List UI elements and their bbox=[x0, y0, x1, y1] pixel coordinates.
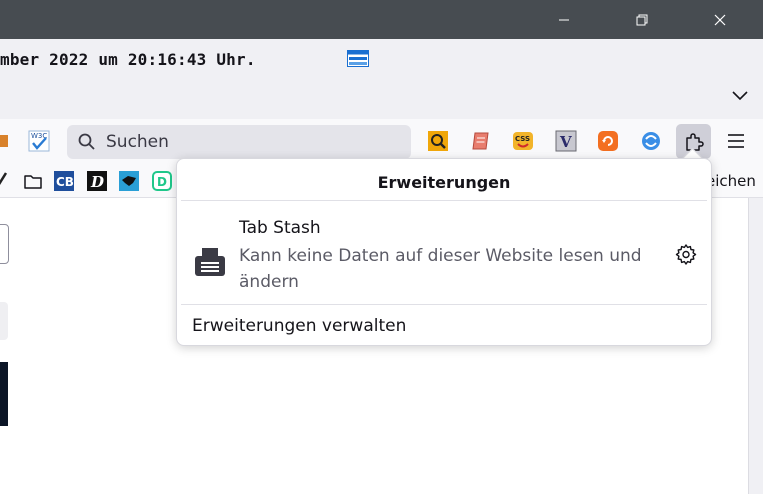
extension-item-tab-stash[interactable]: Tab Stash Kann keine Daten auf dieser We… bbox=[181, 207, 707, 303]
extensions-panel: Erweiterungen Tab Stash Kann keine Daten… bbox=[176, 158, 712, 346]
manage-extensions-button[interactable]: Erweiterungen verwalten bbox=[192, 316, 406, 336]
window-widget-icon[interactable] bbox=[347, 50, 369, 67]
page-image-fragment bbox=[0, 362, 8, 426]
search-icon bbox=[78, 133, 95, 150]
other-bookmarks-label[interactable]: eichen bbox=[706, 172, 756, 190]
bookmark-cb-icon[interactable]: CB bbox=[54, 171, 74, 191]
refresh-extension-icon[interactable] bbox=[597, 130, 619, 152]
magnifier-extension-icon[interactable] bbox=[427, 130, 449, 152]
restore-button[interactable] bbox=[619, 0, 665, 39]
search-placeholder: Suchen bbox=[106, 132, 169, 152]
bookmark-panther-icon[interactable] bbox=[119, 171, 139, 191]
divider bbox=[181, 304, 707, 305]
bookmark-folder-icon[interactable] bbox=[23, 171, 43, 191]
restore-icon bbox=[636, 14, 648, 25]
close-icon bbox=[714, 14, 726, 25]
svg-text:D: D bbox=[90, 173, 104, 191]
validator-v-icon[interactable]: V bbox=[555, 130, 577, 152]
tab-stash-icon bbox=[195, 248, 225, 276]
window-titlebar bbox=[0, 0, 763, 39]
w3c-validator-icon[interactable]: W3C bbox=[28, 130, 50, 152]
svg-text:D: D bbox=[157, 175, 167, 189]
search-bar[interactable]: Suchen bbox=[67, 125, 411, 159]
bookmark-pen-icon[interactable] bbox=[0, 171, 14, 191]
extension-icon-partial[interactable] bbox=[0, 130, 16, 152]
sync-extension-icon[interactable] bbox=[640, 130, 662, 152]
bookmark-green-d-icon[interactable]: D bbox=[152, 171, 172, 191]
css-extension-icon[interactable]: CSS bbox=[512, 130, 534, 152]
scroll-extension-icon[interactable] bbox=[470, 130, 492, 152]
svg-text:V: V bbox=[559, 133, 572, 151]
chevron-down-icon[interactable] bbox=[731, 88, 749, 102]
minimize-button[interactable] bbox=[541, 0, 587, 39]
gear-icon[interactable] bbox=[674, 243, 698, 267]
minimize-icon bbox=[559, 19, 569, 20]
menu-icon[interactable] bbox=[724, 130, 748, 152]
divider bbox=[181, 200, 707, 201]
page-scrollbar[interactable] bbox=[748, 198, 763, 494]
extension-permission-text: Kann keine Daten auf dieser Website lese… bbox=[239, 246, 642, 292]
panel-title: Erweiterungen bbox=[377, 173, 511, 192]
page-button-fragment[interactable] bbox=[0, 302, 8, 340]
status-text: mber 2022 um 20:16:43 Uhr. bbox=[0, 50, 256, 69]
bookmark-d-icon[interactable]: D bbox=[87, 171, 107, 191]
extension-name: Tab Stash bbox=[239, 218, 321, 238]
svg-text:CB: CB bbox=[56, 175, 74, 189]
page-input-fragment[interactable] bbox=[0, 224, 9, 264]
svg-text:CSS: CSS bbox=[515, 135, 530, 143]
close-button[interactable] bbox=[697, 0, 743, 39]
